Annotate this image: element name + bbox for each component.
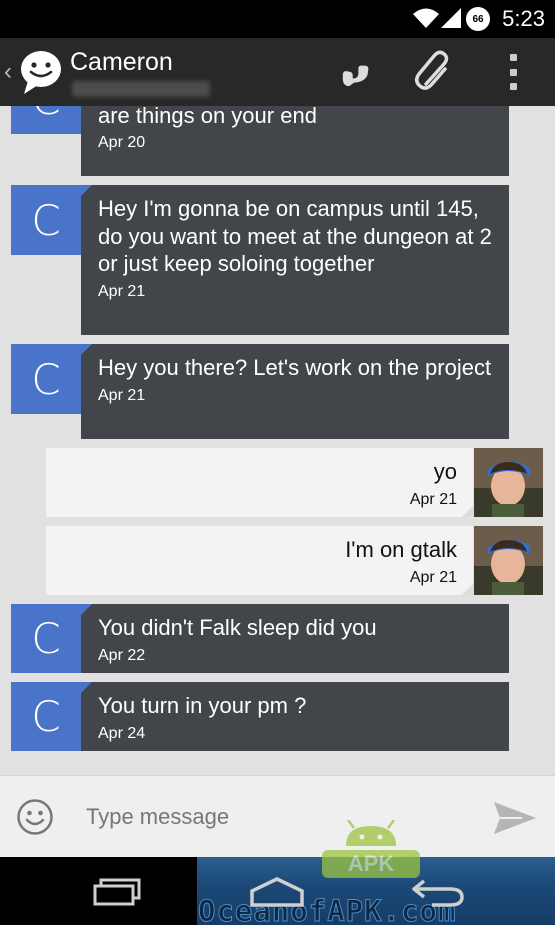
contact-avatar[interactable]: C — [11, 682, 81, 751]
app-logo-icon[interactable] — [18, 48, 64, 96]
message-date: Apr 24 — [98, 724, 146, 742]
message-text: irrigation surround checking works. How … — [98, 106, 317, 128]
message-outgoing[interactable]: yo Apr 21 — [0, 448, 555, 517]
message-list[interactable]: C irrigation surround checking works. Ho… — [0, 106, 555, 775]
message-outgoing[interactable]: I'm on gtalk Apr 21 — [0, 526, 555, 595]
message-text: You didn't Falk sleep did you — [98, 615, 377, 640]
message-incoming[interactable]: C You turn in your pm ? Apr 24 — [0, 682, 555, 751]
message-incoming[interactable]: C Hey I'm gonna be on campus until 145, … — [0, 185, 555, 335]
recent-apps-icon[interactable] — [92, 877, 144, 907]
status-clock: 5:23 — [502, 6, 545, 31]
paperclip-icon[interactable] — [414, 50, 454, 94]
message-incoming[interactable]: C irrigation surround checking works. Ho… — [0, 106, 555, 176]
message-date: Apr 22 — [98, 646, 146, 664]
message-text: I'm on gtalk — [345, 537, 457, 562]
home-icon[interactable] — [248, 875, 306, 909]
message-date: Apr 21 — [409, 490, 457, 508]
message-date: Apr 21 — [98, 282, 146, 300]
watermark-android-logo: APK — [322, 820, 420, 878]
message-date: Apr 20 — [98, 134, 146, 151]
back-icon[interactable] — [410, 875, 466, 909]
message-bubble[interactable]: irrigation surround checking works. How … — [81, 106, 509, 176]
contact-avatar[interactable]: C — [11, 185, 81, 255]
message-bubble[interactable]: Hey you there? Let's work on the project… — [80, 344, 509, 439]
message-incoming[interactable]: C Hey you there? Let's work on the proje… — [0, 344, 555, 439]
send-icon[interactable] — [492, 798, 538, 838]
self-avatar[interactable] — [474, 448, 543, 517]
message-text: Hey you there? Let's work on the project — [98, 355, 492, 380]
message-bubble[interactable]: You didn't Falk sleep did you Apr 22 — [80, 604, 509, 673]
contact-name: Cameron — [70, 48, 173, 76]
system-nav-bar: OceanofAPK.com — [0, 857, 555, 925]
contact-number-redacted — [72, 81, 210, 97]
contact-avatar[interactable]: C — [11, 106, 81, 134]
up-chevron-icon[interactable]: ‹ — [4, 58, 12, 86]
message-date: Apr 21 — [98, 386, 146, 404]
phone-icon[interactable] — [332, 52, 372, 92]
compose-bar — [0, 775, 555, 857]
message-text: yo — [433, 459, 457, 484]
contact-avatar[interactable]: C — [11, 344, 81, 414]
message-bubble[interactable]: yo Apr 21 — [46, 448, 474, 517]
wifi-icon — [413, 8, 439, 28]
emoji-icon[interactable] — [16, 798, 54, 836]
cell-signal-icon — [441, 8, 461, 28]
message-text: You turn in your pm ? — [98, 693, 307, 718]
watermark-badge: APK — [348, 851, 395, 876]
self-avatar[interactable] — [474, 526, 543, 595]
message-text: Hey I'm gonna be on campus until 145, do… — [98, 196, 492, 276]
message-date: Apr 21 — [409, 568, 457, 586]
message-incoming[interactable]: C You didn't Falk sleep did you Apr 22 — [0, 604, 555, 673]
message-bubble[interactable]: You turn in your pm ? Apr 24 — [80, 682, 509, 751]
message-bubble[interactable]: I'm on gtalk Apr 21 — [46, 526, 474, 595]
battery-icon: 66 — [466, 7, 490, 31]
message-bubble[interactable]: Hey I'm gonna be on campus until 145, do… — [80, 185, 509, 335]
contact-avatar[interactable]: C — [11, 604, 81, 673]
action-bar: ‹ Cameron — [0, 38, 555, 106]
overflow-menu-icon[interactable] — [508, 54, 518, 90]
battery-level: 66 — [472, 13, 484, 25]
status-bar: 66 5:23 — [0, 0, 555, 38]
